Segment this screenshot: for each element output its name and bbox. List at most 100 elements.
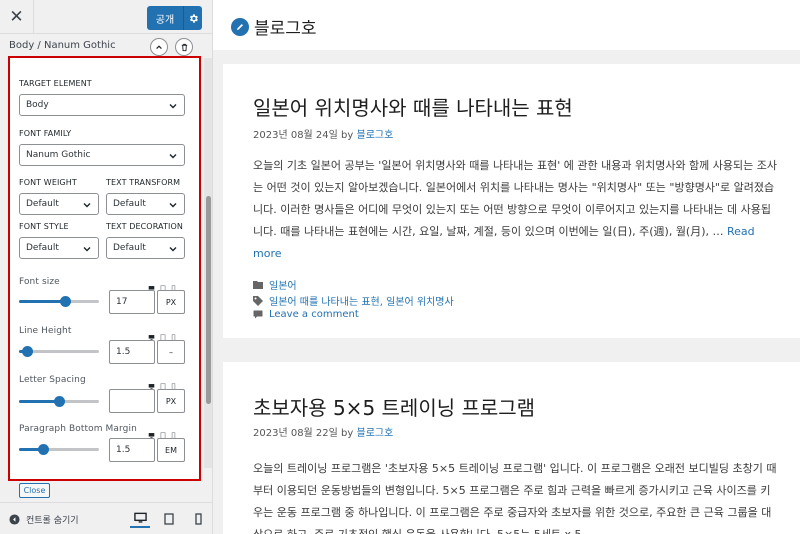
font-size-slider[interactable] — [19, 296, 99, 307]
site-header: 블로그호 — [213, 0, 800, 50]
slider-handle[interactable] — [60, 296, 72, 307]
font-family-select[interactable]: Nanum Gothic — [19, 144, 185, 166]
site-title-link[interactable]: 블로그호 — [231, 14, 317, 39]
post-meta: 2023년 08월 24일 by 블로그호 — [253, 126, 393, 141]
font-style-select[interactable]: Default — [19, 237, 99, 259]
slider-handle[interactable] — [38, 444, 49, 455]
letter-spacing-unit[interactable]: PX — [157, 389, 185, 413]
customizer-panel: ✕ 공개 Body / Nanum Gothic TARGET ELEMENT … — [0, 0, 213, 534]
line-height-value: 1.5 — [116, 347, 131, 357]
chevron-down-icon — [169, 203, 177, 208]
text-decoration-value: Default — [113, 243, 146, 253]
close-customizer-icon[interactable]: ✕ — [0, 0, 34, 34]
close-button-label: Close — [23, 486, 46, 495]
tag-links[interactable]: 일본어 때를 나타내는 표현, 일본어 위치명사 — [269, 293, 454, 308]
paragraph-margin-unit-label: EM — [165, 445, 177, 455]
line-height-unit[interactable]: – — [157, 340, 185, 364]
chevron-down-icon — [169, 247, 177, 252]
post-date[interactable]: 2023년 08월 24일 — [253, 130, 338, 141]
line-height-slider[interactable] — [19, 346, 99, 357]
post-article: 초보자용 5×5 트레이닝 프로그램 2023년 08월 22일 by 블로그호… — [223, 362, 800, 534]
paragraph-margin-label: Paragraph Bottom Margin — [19, 424, 137, 434]
desktop-icon — [133, 512, 147, 523]
site-preview: 블로그호 일본어 위치명사와 때를 나타내는 표현 2023년 08월 24일 … — [213, 0, 800, 534]
post-excerpt: 오늘의 트레이닝 프로그램은 '초보자용 5×5 트레이닝 프로그램' 입니다.… — [253, 462, 777, 534]
letter-spacing-input[interactable] — [109, 389, 155, 413]
scrollbar-thumb[interactable] — [206, 196, 211, 404]
panel-scrollbar[interactable] — [204, 58, 212, 468]
post-title[interactable]: 초보자용 5×5 트레이닝 프로그램 — [253, 392, 535, 421]
mobile-icon — [194, 513, 202, 525]
tablet-icon — [164, 513, 174, 525]
publish-button[interactable]: 공개 — [147, 6, 202, 30]
preview-tablet-button[interactable] — [159, 510, 179, 528]
font-weight-label: FONT WEIGHT — [19, 178, 77, 187]
font-size-input[interactable]: 17 — [109, 290, 155, 314]
post-author[interactable]: 블로그호 — [357, 130, 394, 141]
close-button[interactable]: Close — [19, 483, 50, 498]
post-by: by — [341, 130, 354, 141]
post-tags: 일본어 때를 나타내는 표현, 일본어 위치명사 — [253, 293, 454, 308]
paragraph-margin-value: 1.5 — [116, 445, 131, 455]
chevron-down-icon — [169, 154, 177, 159]
collapse-button[interactable] — [150, 38, 168, 56]
leave-comment-link[interactable]: Leave a comment — [269, 309, 359, 320]
hide-controls-button[interactable]: 컨트롤 숨기기 — [9, 513, 79, 526]
site-title: 블로그호 — [254, 19, 317, 39]
section-title: Body / Nanum Gothic — [9, 40, 116, 51]
target-element-label: TARGET ELEMENT — [19, 79, 92, 88]
post-article: 일본어 위치명사와 때를 나타내는 표현 2023년 08월 24일 by 블로… — [223, 64, 800, 338]
font-style-value: Default — [26, 243, 59, 253]
delete-button[interactable] — [175, 38, 193, 56]
text-transform-label: TEXT TRANSFORM — [106, 178, 181, 187]
post-excerpt: 오늘의 기초 일본어 공부는 '일본어 위치명사와 때를 나타내는 표현' 에 … — [253, 155, 778, 265]
post-categories: 일본어 — [253, 277, 297, 292]
target-element-value: Body — [26, 100, 49, 110]
text-decoration-select[interactable]: Default — [106, 237, 185, 259]
paragraph-margin-slider[interactable] — [19, 444, 99, 455]
slider-handle[interactable] — [22, 346, 33, 357]
preview-desktop-button[interactable] — [130, 510, 150, 528]
post-excerpt-text: 오늘의 기초 일본어 공부는 '일본어 위치명사와 때를 나타내는 표현' 에 … — [253, 159, 778, 238]
line-height-input[interactable]: 1.5 — [109, 340, 155, 364]
chevron-up-icon — [156, 45, 162, 50]
letter-spacing-unit-label: PX — [165, 396, 177, 406]
slider-fill — [19, 400, 59, 403]
post-title[interactable]: 일본어 위치명사와 때를 나타내는 표현 — [253, 92, 573, 121]
folder-icon — [253, 280, 263, 290]
line-height-unit-label: – — [169, 347, 173, 357]
post-comments: Leave a comment — [253, 309, 359, 320]
edit-shortcut-icon[interactable] — [231, 17, 249, 36]
line-height-label: Line Height — [19, 326, 72, 336]
gear-icon[interactable] — [184, 13, 202, 24]
font-size-unit[interactable]: PX — [157, 290, 185, 314]
target-element-select[interactable]: Body — [19, 94, 185, 116]
font-size-label: Font size — [19, 277, 60, 287]
font-size-value: 17 — [116, 297, 128, 307]
chevron-down-icon — [169, 104, 177, 109]
tag-icon — [253, 295, 263, 306]
customizer-footer: 컨트롤 숨기기 — [0, 502, 212, 534]
trash-icon — [181, 43, 187, 51]
font-family-value: Nanum Gothic — [26, 150, 91, 160]
slider-handle[interactable] — [54, 396, 65, 407]
typography-settings-card: TARGET ELEMENT Body FONT FAMILY Nanum Go… — [8, 56, 201, 481]
customizer-topbar: ✕ 공개 — [0, 0, 212, 34]
post-author[interactable]: 블로그호 — [357, 428, 394, 439]
hide-controls-label: 컨트롤 숨기기 — [26, 516, 79, 526]
paragraph-margin-unit[interactable]: EM — [157, 438, 185, 462]
category-link[interactable]: 일본어 — [269, 277, 297, 292]
section-header: Body / Nanum Gothic — [0, 34, 212, 58]
font-weight-select[interactable]: Default — [19, 193, 99, 215]
post-meta: 2023년 08월 22일 by 블로그호 — [253, 424, 393, 439]
letter-spacing-slider[interactable] — [19, 396, 99, 407]
publish-label: 공개 — [155, 14, 175, 26]
slider-fill — [19, 300, 66, 303]
text-transform-select[interactable]: Default — [106, 193, 185, 215]
preview-mobile-button[interactable] — [188, 510, 208, 528]
text-decoration-label: TEXT DECORATION — [106, 222, 183, 231]
post-date[interactable]: 2023년 08월 22일 — [253, 428, 338, 439]
paragraph-margin-input[interactable]: 1.5 — [109, 438, 155, 462]
font-style-label: FONT STYLE — [19, 222, 69, 231]
font-weight-value: Default — [26, 199, 59, 209]
